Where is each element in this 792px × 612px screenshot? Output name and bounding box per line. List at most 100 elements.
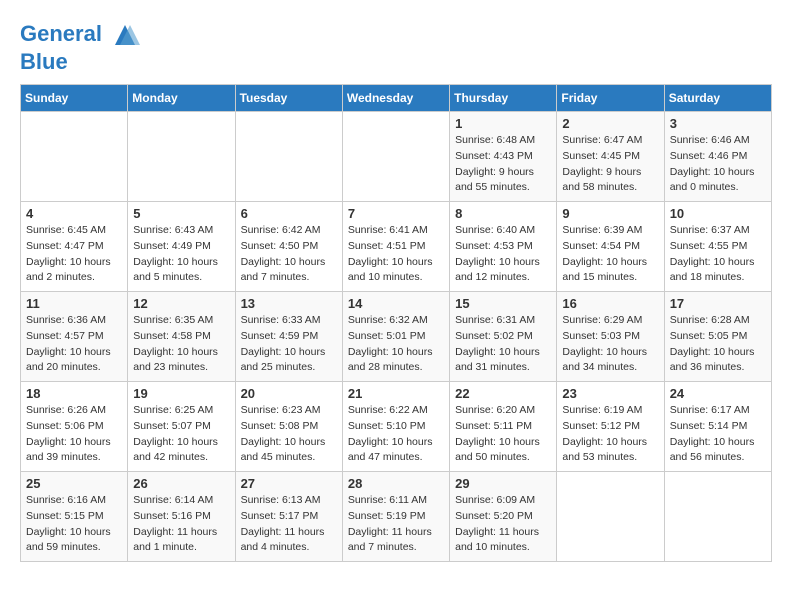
calendar-cell: 13 Sunrise: 6:33 AMSunset: 4:59 PMDayligh…	[235, 292, 342, 382]
calendar-cell: 29 Sunrise: 6:09 AMSunset: 5:20 PMDayligh…	[450, 472, 557, 562]
day-number: 8	[455, 206, 551, 221]
day-number: 11	[26, 296, 122, 311]
day-number: 25	[26, 476, 122, 491]
weekday-header-friday: Friday	[557, 85, 664, 112]
day-info: Sunrise: 6:41 AMSunset: 4:51 PMDaylight:…	[348, 223, 444, 286]
weekday-header-thursday: Thursday	[450, 85, 557, 112]
page-header: General Blue	[20, 20, 772, 74]
day-number: 2	[562, 116, 658, 131]
day-info: Sunrise: 6:20 AMSunset: 5:11 PMDaylight:…	[455, 403, 551, 466]
weekday-header-sunday: Sunday	[21, 85, 128, 112]
day-info: Sunrise: 6:33 AMSunset: 4:59 PMDaylight:…	[241, 313, 337, 376]
calendar-cell: 1Sunrise: 6:48 AMSunset: 4:43 PMDaylight…	[450, 112, 557, 202]
day-info: Sunrise: 6:47 AMSunset: 4:45 PMDaylight:…	[562, 133, 658, 196]
day-info: Sunrise: 6:35 AMSunset: 4:58 PMDaylight:…	[133, 313, 229, 376]
calendar-cell: 18 Sunrise: 6:26 AMSunset: 5:06 PMDayligh…	[21, 382, 128, 472]
weekday-header-monday: Monday	[128, 85, 235, 112]
weekday-header-tuesday: Tuesday	[235, 85, 342, 112]
day-number: 18	[26, 386, 122, 401]
calendar-cell: 11 Sunrise: 6:36 AMSunset: 4:57 PMDayligh…	[21, 292, 128, 382]
day-number: 28	[348, 476, 444, 491]
calendar-cell	[664, 472, 771, 562]
calendar-cell: 7 Sunrise: 6:41 AMSunset: 4:51 PMDaylight…	[342, 202, 449, 292]
calendar-week-2: 4 Sunrise: 6:45 AMSunset: 4:47 PMDaylight…	[21, 202, 772, 292]
calendar-week-1: 1Sunrise: 6:48 AMSunset: 4:43 PMDaylight…	[21, 112, 772, 202]
day-number: 14	[348, 296, 444, 311]
calendar-week-4: 18 Sunrise: 6:26 AMSunset: 5:06 PMDayligh…	[21, 382, 772, 472]
day-number: 19	[133, 386, 229, 401]
day-number: 12	[133, 296, 229, 311]
day-number: 20	[241, 386, 337, 401]
day-info: Sunrise: 6:28 AMSunset: 5:05 PMDaylight:…	[670, 313, 766, 376]
calendar-header: SundayMondayTuesdayWednesdayThursdayFrid…	[21, 85, 772, 112]
day-number: 22	[455, 386, 551, 401]
calendar-body: 1Sunrise: 6:48 AMSunset: 4:43 PMDaylight…	[21, 112, 772, 562]
day-info: Sunrise: 6:09 AMSunset: 5:20 PMDaylight:…	[455, 493, 551, 556]
calendar-cell: 15 Sunrise: 6:31 AMSunset: 5:02 PMDayligh…	[450, 292, 557, 382]
day-number: 17	[670, 296, 766, 311]
day-number: 26	[133, 476, 229, 491]
day-info: Sunrise: 6:39 AMSunset: 4:54 PMDaylight:…	[562, 223, 658, 286]
day-info: Sunrise: 6:22 AMSunset: 5:10 PMDaylight:…	[348, 403, 444, 466]
day-info: Sunrise: 6:19 AMSunset: 5:12 PMDaylight:…	[562, 403, 658, 466]
day-info: Sunrise: 6:26 AMSunset: 5:06 PMDaylight:…	[26, 403, 122, 466]
day-number: 23	[562, 386, 658, 401]
calendar-cell: 5Sunrise: 6:43 AMSunset: 4:49 PMDaylight…	[128, 202, 235, 292]
day-number: 10	[670, 206, 766, 221]
calendar-cell	[235, 112, 342, 202]
calendar-cell: 10 Sunrise: 6:37 AMSunset: 4:55 PMDayligh…	[664, 202, 771, 292]
day-info: Sunrise: 6:11 AMSunset: 5:19 PMDaylight:…	[348, 493, 444, 556]
calendar-week-3: 11 Sunrise: 6:36 AMSunset: 4:57 PMDayligh…	[21, 292, 772, 382]
calendar-cell: 20 Sunrise: 6:23 AMSunset: 5:08 PMDayligh…	[235, 382, 342, 472]
logo: General Blue	[20, 20, 140, 74]
logo-icon	[110, 20, 140, 50]
day-info: Sunrise: 6:46 AMSunset: 4:46 PMDaylight:…	[670, 133, 766, 196]
day-info: Sunrise: 6:45 AMSunset: 4:47 PMDaylight:…	[26, 223, 122, 286]
day-number: 6	[241, 206, 337, 221]
calendar-table: SundayMondayTuesdayWednesdayThursdayFrid…	[20, 84, 772, 562]
calendar-cell: 27 Sunrise: 6:13 AMSunset: 5:17 PMDayligh…	[235, 472, 342, 562]
day-number: 27	[241, 476, 337, 491]
day-number: 13	[241, 296, 337, 311]
day-info: Sunrise: 6:17 AMSunset: 5:14 PMDaylight:…	[670, 403, 766, 466]
logo-general: General	[20, 21, 102, 46]
day-info: Sunrise: 6:42 AMSunset: 4:50 PMDaylight:…	[241, 223, 337, 286]
calendar-cell: 16 Sunrise: 6:29 AMSunset: 5:03 PMDayligh…	[557, 292, 664, 382]
day-number: 7	[348, 206, 444, 221]
calendar-cell	[342, 112, 449, 202]
calendar-cell: 23 Sunrise: 6:19 AMSunset: 5:12 PMDayligh…	[557, 382, 664, 472]
day-info: Sunrise: 6:32 AMSunset: 5:01 PMDaylight:…	[348, 313, 444, 376]
day-info: Sunrise: 6:43 AMSunset: 4:49 PMDaylight:…	[133, 223, 229, 286]
day-info: Sunrise: 6:13 AMSunset: 5:17 PMDaylight:…	[241, 493, 337, 556]
day-number: 15	[455, 296, 551, 311]
calendar-cell: 6 Sunrise: 6:42 AMSunset: 4:50 PMDaylight…	[235, 202, 342, 292]
calendar-cell: 8Sunrise: 6:40 AMSunset: 4:53 PMDaylight…	[450, 202, 557, 292]
calendar-cell: 19 Sunrise: 6:25 AMSunset: 5:07 PMDayligh…	[128, 382, 235, 472]
day-info: Sunrise: 6:25 AMSunset: 5:07 PMDaylight:…	[133, 403, 229, 466]
day-number: 16	[562, 296, 658, 311]
day-info: Sunrise: 6:36 AMSunset: 4:57 PMDaylight:…	[26, 313, 122, 376]
calendar-cell	[128, 112, 235, 202]
day-info: Sunrise: 6:16 AMSunset: 5:15 PMDaylight:…	[26, 493, 122, 556]
day-number: 21	[348, 386, 444, 401]
day-info: Sunrise: 6:37 AMSunset: 4:55 PMDaylight:…	[670, 223, 766, 286]
calendar-cell: 21 Sunrise: 6:22 AMSunset: 5:10 PMDayligh…	[342, 382, 449, 472]
weekday-header-row: SundayMondayTuesdayWednesdayThursdayFrid…	[21, 85, 772, 112]
calendar-cell: 22 Sunrise: 6:20 AMSunset: 5:11 PMDayligh…	[450, 382, 557, 472]
calendar-cell: 3Sunrise: 6:46 AMSunset: 4:46 PMDaylight…	[664, 112, 771, 202]
calendar-cell: 2 Sunrise: 6:47 AMSunset: 4:45 PMDaylight…	[557, 112, 664, 202]
day-info: Sunrise: 6:31 AMSunset: 5:02 PMDaylight:…	[455, 313, 551, 376]
calendar-cell: 17 Sunrise: 6:28 AMSunset: 5:05 PMDayligh…	[664, 292, 771, 382]
logo-blue: Blue	[20, 49, 68, 74]
day-number: 24	[670, 386, 766, 401]
day-info: Sunrise: 6:23 AMSunset: 5:08 PMDaylight:…	[241, 403, 337, 466]
calendar-cell	[557, 472, 664, 562]
weekday-header-wednesday: Wednesday	[342, 85, 449, 112]
day-number: 29	[455, 476, 551, 491]
day-number: 4	[26, 206, 122, 221]
calendar-cell: 24 Sunrise: 6:17 AMSunset: 5:14 PMDayligh…	[664, 382, 771, 472]
calendar-week-5: 25 Sunrise: 6:16 AMSunset: 5:15 PMDayligh…	[21, 472, 772, 562]
calendar-cell: 25 Sunrise: 6:16 AMSunset: 5:15 PMDayligh…	[21, 472, 128, 562]
calendar-cell: 26Sunrise: 6:14 AMSunset: 5:16 PMDayligh…	[128, 472, 235, 562]
day-info: Sunrise: 6:29 AMSunset: 5:03 PMDaylight:…	[562, 313, 658, 376]
